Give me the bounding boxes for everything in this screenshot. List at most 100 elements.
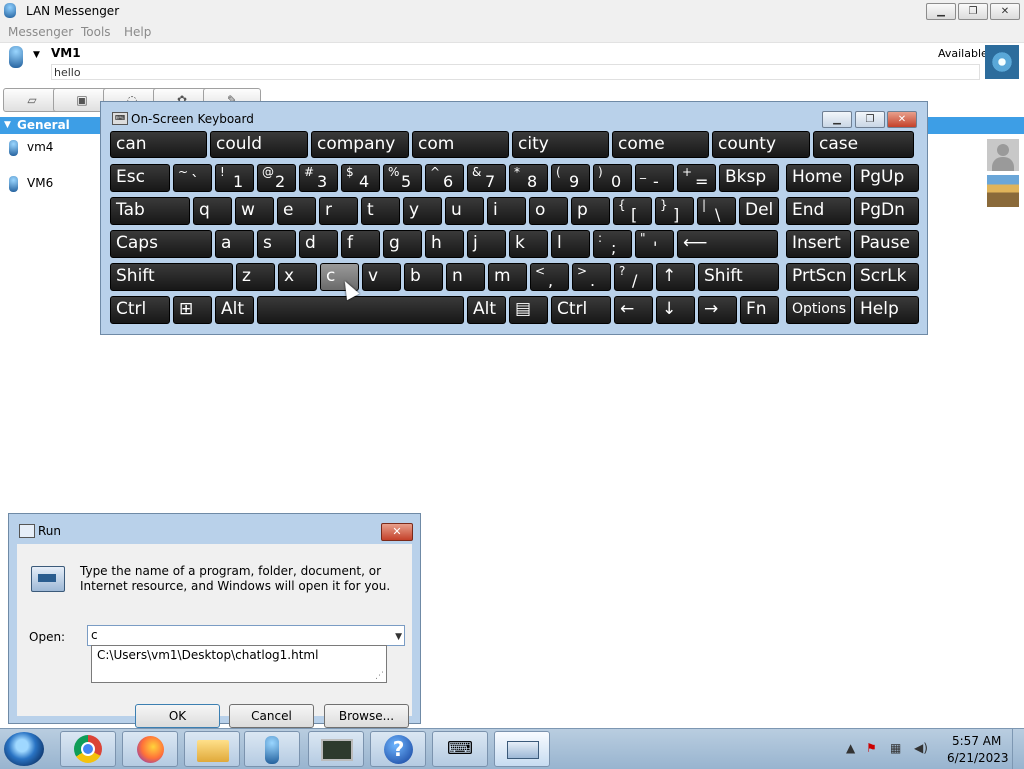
osk-key[interactable]: }] xyxy=(655,197,694,225)
osk-prediction-key[interactable]: case xyxy=(813,131,914,158)
show-desktop-button[interactable] xyxy=(1012,729,1024,769)
chrome-taskbar-icon[interactable] xyxy=(60,731,116,767)
osk-prediction-key[interactable]: come xyxy=(612,131,709,158)
action-center-icon[interactable]: ⚑ xyxy=(866,741,877,755)
on-screen-keyboard-taskbar-icon[interactable]: ⌨ xyxy=(432,731,488,767)
osk-key[interactable]: i xyxy=(487,197,526,225)
osk-key[interactable]: ! 1 xyxy=(215,164,254,192)
osk-prediction-key[interactable]: could xyxy=(210,131,308,158)
osk-key[interactable]: ⟵ xyxy=(677,230,778,258)
osk-key[interactable]: e xyxy=(277,197,316,225)
osk-key[interactable]: <, xyxy=(530,263,569,291)
status-dropdown-arrow-icon[interactable]: ▼ xyxy=(33,50,40,60)
osk-key[interactable]: x xyxy=(278,263,317,291)
osk-key[interactable]: f xyxy=(341,230,380,258)
osk-key[interactable]: @2 xyxy=(257,164,296,192)
osk-prediction-key[interactable]: com xyxy=(412,131,509,158)
menu-tools[interactable]: Tools xyxy=(81,25,111,39)
osk-key[interactable]: Ctrl xyxy=(551,296,611,324)
osk-prediction-key[interactable]: can xyxy=(110,131,207,158)
osk-key[interactable]: q xyxy=(193,197,232,225)
osk-key[interactable]: ~ ` xyxy=(173,164,212,192)
network-icon[interactable]: ▦ xyxy=(890,741,901,755)
osk-prediction-key[interactable]: county xyxy=(712,131,810,158)
volume-icon[interactable]: ◀) xyxy=(914,741,928,755)
osk-key[interactable]: Ctrl xyxy=(110,296,170,324)
osk-key[interactable]: y xyxy=(403,197,442,225)
osk-nav-key[interactable]: PgDn xyxy=(854,197,919,225)
osk-key[interactable]: _ - xyxy=(635,164,674,192)
clock-time[interactable]: 5:57 AM xyxy=(952,734,1001,748)
user-avatar[interactable] xyxy=(985,45,1019,79)
osk-key[interactable]: $4 xyxy=(341,164,380,192)
osk-key[interactable]: ↓ xyxy=(656,296,695,324)
osk-key[interactable]: l xyxy=(551,230,590,258)
osk-nav-key[interactable]: PrtScn xyxy=(786,263,851,291)
osk-key[interactable]: p xyxy=(571,197,610,225)
osk-key[interactable]: #3 xyxy=(299,164,338,192)
osk-key[interactable]: n xyxy=(446,263,485,291)
osk-key[interactable]: ↑ xyxy=(656,263,695,291)
show-hidden-icons-icon[interactable]: ▲ xyxy=(846,741,855,755)
osk-key[interactable]: t xyxy=(361,197,400,225)
osk-key[interactable]: (9 xyxy=(551,164,590,192)
cancel-button[interactable]: Cancel xyxy=(229,704,314,728)
osk-key[interactable]: h xyxy=(425,230,464,258)
run-close-button[interactable]: ✕ xyxy=(381,523,413,541)
osk-key[interactable]: + = xyxy=(677,164,716,192)
restore-button[interactable]: ❐ xyxy=(958,3,988,20)
osk-nav-key[interactable]: Help xyxy=(854,296,919,324)
osk-key[interactable]: z xyxy=(236,263,275,291)
clock-date[interactable]: 6/21/2023 xyxy=(947,751,1009,765)
osk-key[interactable]: & 7 xyxy=(467,164,506,192)
osk-key[interactable]: u xyxy=(445,197,484,225)
dropdown-arrow-icon[interactable]: ▼ xyxy=(395,628,402,647)
osk-key[interactable]: k xyxy=(509,230,548,258)
osk-key[interactable]: ▤ xyxy=(509,296,548,324)
osk-nav-key[interactable]: Options xyxy=(786,296,851,324)
help-taskbar-icon[interactable]: ? xyxy=(370,731,426,767)
user-note-field[interactable]: hello xyxy=(51,64,980,80)
osk-key[interactable]: ? / xyxy=(614,263,653,291)
file-explorer-taskbar-icon[interactable] xyxy=(184,731,240,767)
osk-key[interactable]: Alt xyxy=(467,296,506,324)
osk-key[interactable]: s xyxy=(257,230,296,258)
osk-key[interactable]: | \ xyxy=(697,197,736,225)
osk-key[interactable]: :; xyxy=(593,230,632,258)
osk-key[interactable]: {[ xyxy=(613,197,652,225)
menu-help[interactable]: Help xyxy=(124,25,151,39)
minimize-button[interactable]: ▁ xyxy=(926,3,956,20)
osk-nav-key[interactable]: Insert xyxy=(786,230,851,258)
osk-key[interactable]: >. xyxy=(572,263,611,291)
osk-key[interactable]: Fn xyxy=(740,296,779,324)
osk-key[interactable]: a xyxy=(215,230,254,258)
lan-messenger-taskbar-icon[interactable] xyxy=(244,731,300,767)
osk-key[interactable]: Shift xyxy=(110,263,233,291)
osk-prediction-key[interactable]: company xyxy=(311,131,409,158)
osk-key[interactable]: r xyxy=(319,197,358,225)
firefox-taskbar-icon[interactable] xyxy=(122,731,178,767)
osk-nav-key[interactable]: End xyxy=(786,197,851,225)
osk-key[interactable]: Bksp xyxy=(719,164,779,192)
osk-key[interactable]: " ' xyxy=(635,230,674,258)
osk-nav-key[interactable]: Home xyxy=(786,164,851,192)
osk-key[interactable]: ⊞ xyxy=(173,296,212,324)
osk-key[interactable]: b xyxy=(404,263,443,291)
osk-key[interactable]: j xyxy=(467,230,506,258)
osk-key[interactable]: ^ 6 xyxy=(425,164,464,192)
osk-key[interactable]: v xyxy=(362,263,401,291)
osk-nav-key[interactable]: ScrLk xyxy=(854,263,919,291)
osk-key[interactable]: o xyxy=(529,197,568,225)
close-button[interactable]: ✕ xyxy=(990,3,1020,20)
osk-nav-key[interactable]: PgUp xyxy=(854,164,919,192)
resize-grip-icon[interactable]: ⋰ xyxy=(375,671,384,681)
osk-key[interactable]: w xyxy=(235,197,274,225)
osk-key[interactable]: g xyxy=(383,230,422,258)
user-status-icon[interactable] xyxy=(9,46,23,68)
osk-key[interactable]: Del xyxy=(739,197,779,225)
osk-key[interactable]: d xyxy=(299,230,338,258)
osk-prediction-key[interactable]: city xyxy=(512,131,609,158)
osk-nav-key[interactable]: Pause xyxy=(854,230,919,258)
osk-key[interactable]: % 5 xyxy=(383,164,422,192)
osk-key[interactable] xyxy=(257,296,464,324)
